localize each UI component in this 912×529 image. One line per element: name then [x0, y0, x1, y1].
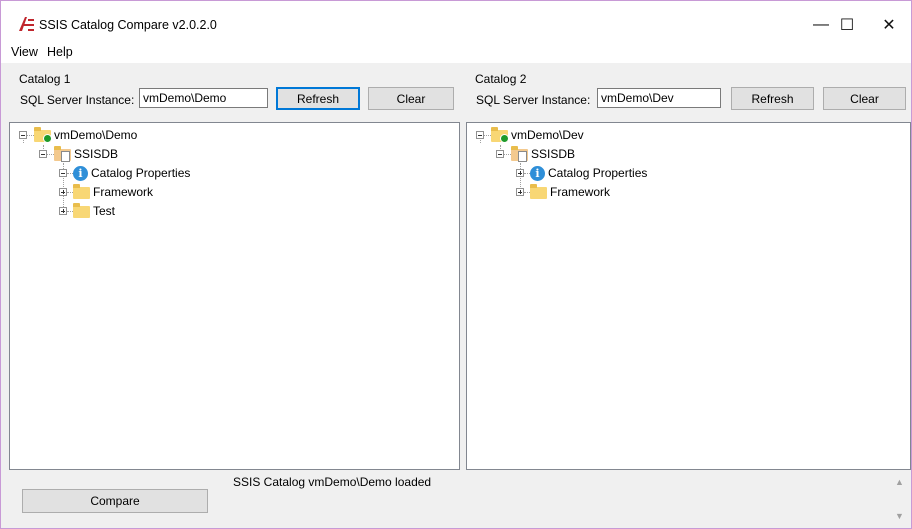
- ssis-compare-icon: [19, 17, 34, 31]
- server-folder-icon: [34, 127, 52, 143]
- database-icon: [511, 146, 528, 162]
- node-label: Framework: [93, 185, 154, 199]
- node-label: Catalog Properties: [91, 166, 191, 180]
- tree-node-framework[interactable]: Framework: [73, 184, 153, 200]
- scroll-down-icon[interactable]: ▼: [895, 511, 904, 521]
- catalog2-clear-button[interactable]: Clear: [823, 87, 906, 110]
- collapse-icon[interactable]: [39, 150, 47, 158]
- server-label: vmDemo\Dev: [511, 128, 584, 142]
- node-label: Test: [93, 204, 116, 218]
- server-label: vmDemo\Demo: [54, 128, 138, 142]
- close-icon: ✕: [882, 17, 896, 34]
- folder-icon: [73, 203, 90, 218]
- catalog2-instance-input[interactable]: [597, 88, 721, 108]
- tree-node-server[interactable]: vmDemo\Demo: [34, 127, 137, 143]
- catalog1-clear-button[interactable]: Clear: [368, 87, 454, 110]
- database-label: SSISDB: [531, 147, 576, 161]
- compare-button[interactable]: Compare: [22, 489, 208, 513]
- catalog1-refresh-button[interactable]: Refresh: [276, 87, 360, 110]
- app-window: SSIS Catalog Compare v2.0.2.0 — ☐ ✕ View…: [0, 0, 912, 529]
- tree-node-ssisdb[interactable]: SSISDB: [511, 146, 575, 162]
- folder-icon: [530, 184, 547, 199]
- tree-node-ssisdb[interactable]: SSISDB: [54, 146, 118, 162]
- status-scrollbar[interactable]: ▲ ▼: [891, 471, 909, 527]
- expand-icon[interactable]: [516, 188, 524, 196]
- expand-icon[interactable]: [59, 188, 67, 196]
- database-label: SSISDB: [74, 147, 119, 161]
- maximize-icon: ☐: [839, 17, 855, 34]
- expand-icon[interactable]: [59, 207, 67, 215]
- tree-node-catalog-properties[interactable]: i Catalog Properties: [530, 165, 647, 181]
- info-icon: i: [530, 165, 545, 181]
- menu-bar: View Help: [1, 41, 911, 63]
- close-button[interactable]: ✕: [867, 9, 911, 41]
- catalog1-tree[interactable]: vmDemo\Demo SSISDB i Catalog Properties …: [9, 122, 460, 470]
- catalog2-refresh-button[interactable]: Refresh: [731, 87, 814, 110]
- menu-help[interactable]: Help: [47, 45, 73, 59]
- maximize-button[interactable]: ☐: [825, 9, 869, 41]
- menu-view[interactable]: View: [11, 45, 38, 59]
- node-label: Framework: [550, 185, 611, 199]
- status-text: SSIS Catalog vmDemo\Demo loaded: [233, 475, 432, 489]
- database-icon: [54, 146, 71, 162]
- expand-icon[interactable]: [516, 169, 524, 177]
- collapse-icon[interactable]: [476, 131, 484, 139]
- catalog2-tree[interactable]: vmDemo\Dev SSISDB i Catalog Properties F…: [466, 122, 911, 470]
- tree-node-test[interactable]: Test: [73, 203, 115, 219]
- server-folder-icon: [491, 127, 509, 143]
- collapse-icon[interactable]: [496, 150, 504, 158]
- catalog1-instance-input[interactable]: [139, 88, 268, 108]
- catalog2-instance-label: SQL Server Instance:: [476, 93, 591, 107]
- catalog1-group-label: Catalog 1: [19, 72, 71, 86]
- tree-node-catalog-properties[interactable]: i Catalog Properties: [73, 165, 190, 181]
- collapse-icon[interactable]: [19, 131, 27, 139]
- title-bar: SSIS Catalog Compare v2.0.2.0 — ☐ ✕: [1, 1, 911, 41]
- catalog1-instance-label: SQL Server Instance:: [20, 93, 135, 107]
- info-icon: i: [73, 165, 88, 181]
- tree-node-server[interactable]: vmDemo\Dev: [491, 127, 584, 143]
- tree-node-framework[interactable]: Framework: [530, 184, 610, 200]
- folder-icon: [73, 184, 90, 199]
- catalog2-group-label: Catalog 2: [475, 72, 527, 86]
- scroll-up-icon[interactable]: ▲: [895, 477, 904, 487]
- node-label: Catalog Properties: [548, 166, 648, 180]
- expand-icon[interactable]: [59, 169, 67, 177]
- window-title: SSIS Catalog Compare v2.0.2.0: [39, 18, 217, 32]
